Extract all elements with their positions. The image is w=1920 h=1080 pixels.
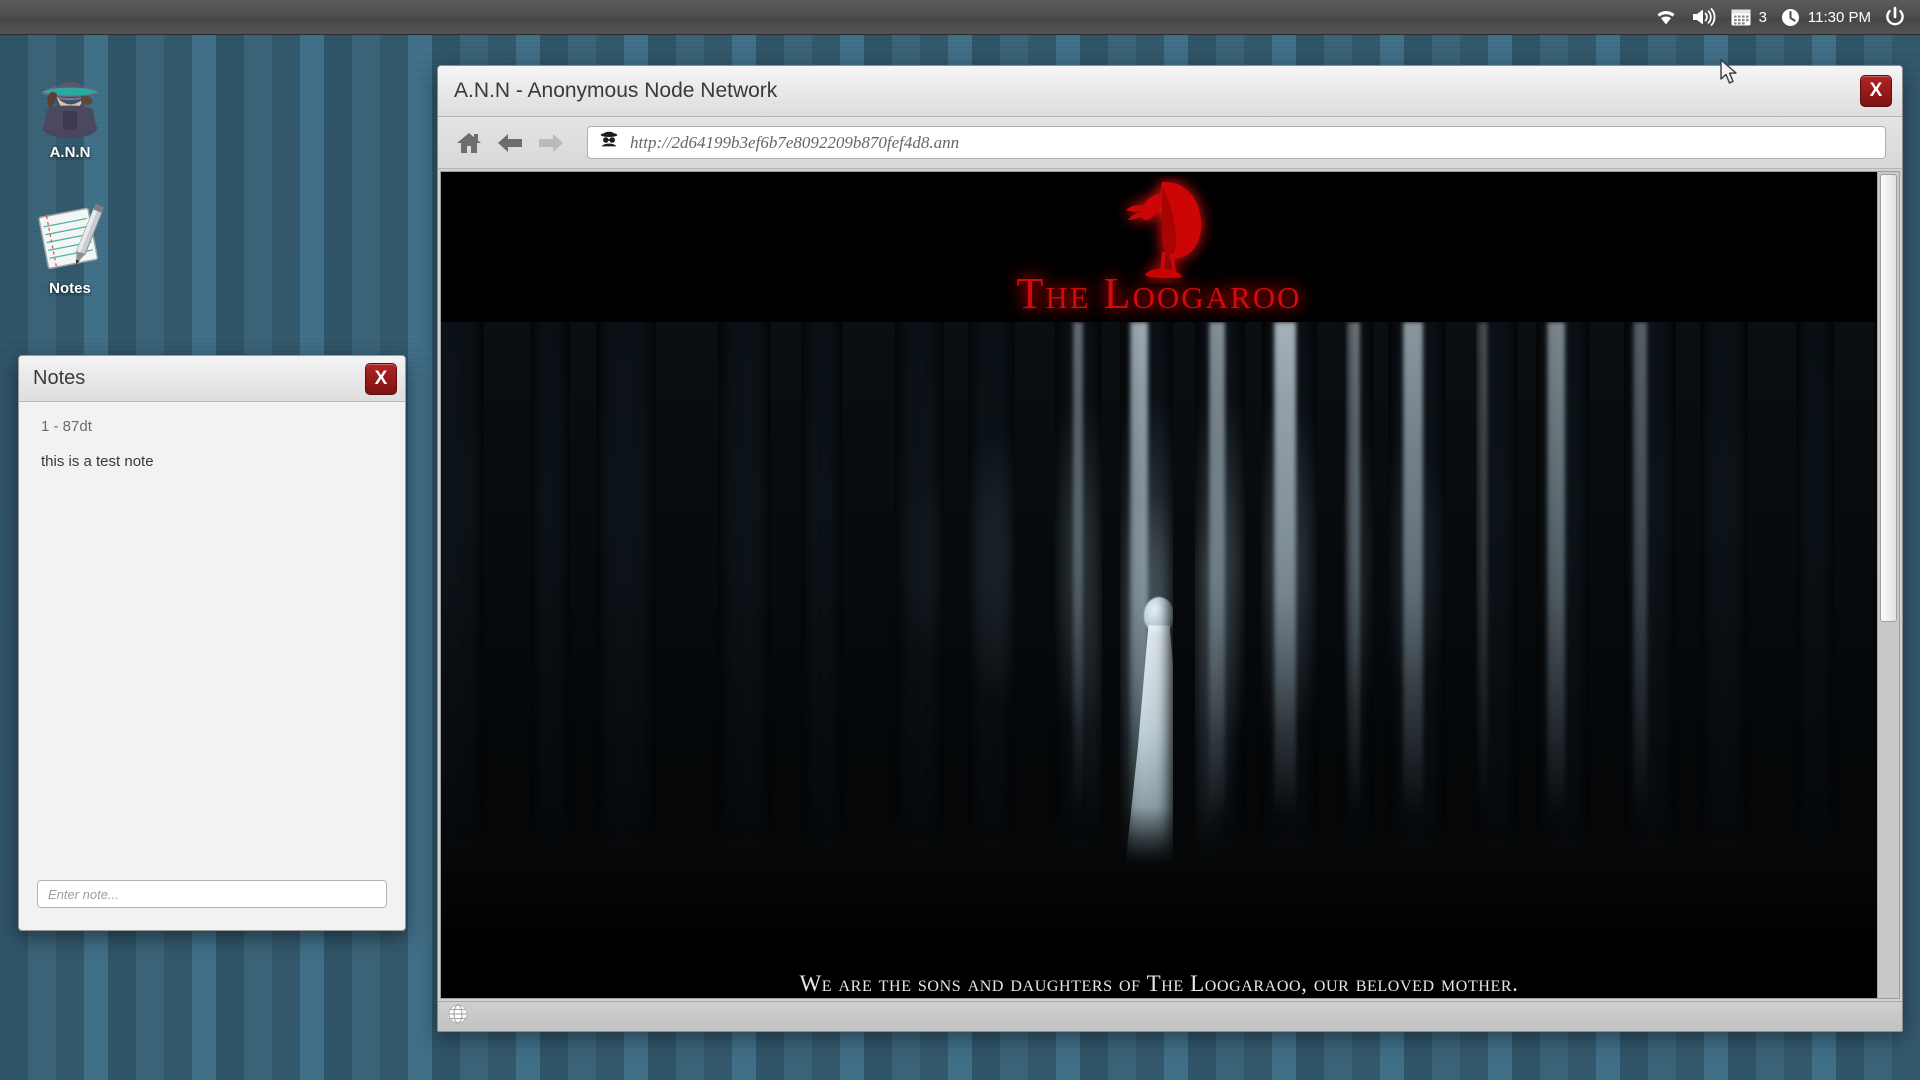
web-page: The Loogaroo We are the sons and daughte… xyxy=(441,172,1877,998)
spy-detective-icon xyxy=(15,62,125,140)
volume-icon[interactable] xyxy=(1691,7,1717,27)
clock-icon xyxy=(1780,7,1800,27)
browser-window: A.N.N - Anonymous Node Network X http://… xyxy=(437,65,1903,1032)
hero-forest-image xyxy=(441,322,1877,937)
notes-window-title: Notes xyxy=(33,367,86,389)
notes-list: 1 - 87dt this is a test note xyxy=(19,402,405,872)
power-icon[interactable] xyxy=(1884,6,1906,28)
note-text: this is a test note xyxy=(41,453,154,470)
incognito-spy-icon xyxy=(598,129,620,156)
calendar-icon xyxy=(1731,9,1751,26)
desktop-icon-notes-label: Notes xyxy=(49,280,91,297)
clock-time: 11:30 PM xyxy=(1807,8,1871,26)
desktop-icon-ann[interactable]: A.N.N xyxy=(15,62,125,161)
system-tray: 3 11:30 PM xyxy=(1654,6,1906,28)
browser-window-title: A.N.N - Anonymous Node Network xyxy=(454,79,778,102)
notes-footer xyxy=(19,872,405,930)
browser-toolbar: http://2d64199b3ef6b7e8092209b870fef4d8.… xyxy=(438,117,1902,169)
notepad-pencil-icon xyxy=(15,198,125,276)
site-tagline: We are the sons and daughters of The Loo… xyxy=(799,971,1519,996)
calendar-count: 3 xyxy=(1758,8,1767,26)
globe-icon[interactable] xyxy=(448,1004,468,1029)
site-header: The Loogaroo xyxy=(441,172,1877,322)
desktop-icon-notes[interactable]: Notes xyxy=(15,198,125,297)
browser-status-bar xyxy=(438,1001,1902,1031)
wifi-icon[interactable] xyxy=(1654,7,1678,27)
page-scrollbar-thumb[interactable] xyxy=(1880,174,1897,622)
url-bar[interactable]: http://2d64199b3ef6b7e8092209b870fef4d8.… xyxy=(587,126,1886,159)
forward-arrow-icon[interactable] xyxy=(536,128,566,158)
browser-close-button[interactable]: X xyxy=(1860,75,1892,107)
url-text: http://2d64199b3ef6b7e8092209b870fef4d8.… xyxy=(630,132,960,152)
calendar-tray-item[interactable]: 3 xyxy=(1730,7,1767,27)
site-title: The Loogaroo xyxy=(1016,269,1302,318)
site-text-block: We are the sons and daughters of The Loo… xyxy=(441,937,1877,998)
notes-close-button[interactable]: X xyxy=(365,362,397,395)
note-list-item[interactable]: 1 - 87dt this is a test note xyxy=(19,416,405,486)
clock-tray-item[interactable]: 11:30 PM xyxy=(1780,7,1871,28)
home-icon[interactable] xyxy=(454,128,484,158)
notes-window: Notes X 1 - 87dt this is a test note xyxy=(18,355,406,931)
browser-viewport: The Loogaroo We are the sons and daughte… xyxy=(440,171,1900,999)
note-id: 1 - 87dt xyxy=(41,418,92,435)
notes-titlebar[interactable]: Notes X xyxy=(19,356,405,402)
browser-titlebar[interactable]: A.N.N - Anonymous Node Network X xyxy=(438,66,1902,117)
desktop-icon-ann-label: A.N.N xyxy=(49,144,91,161)
system-panel: 3 11:30 PM xyxy=(0,0,1920,35)
note-input[interactable] xyxy=(37,880,387,908)
back-arrow-icon[interactable] xyxy=(495,128,525,158)
page-scrollbar[interactable] xyxy=(1877,172,1899,998)
